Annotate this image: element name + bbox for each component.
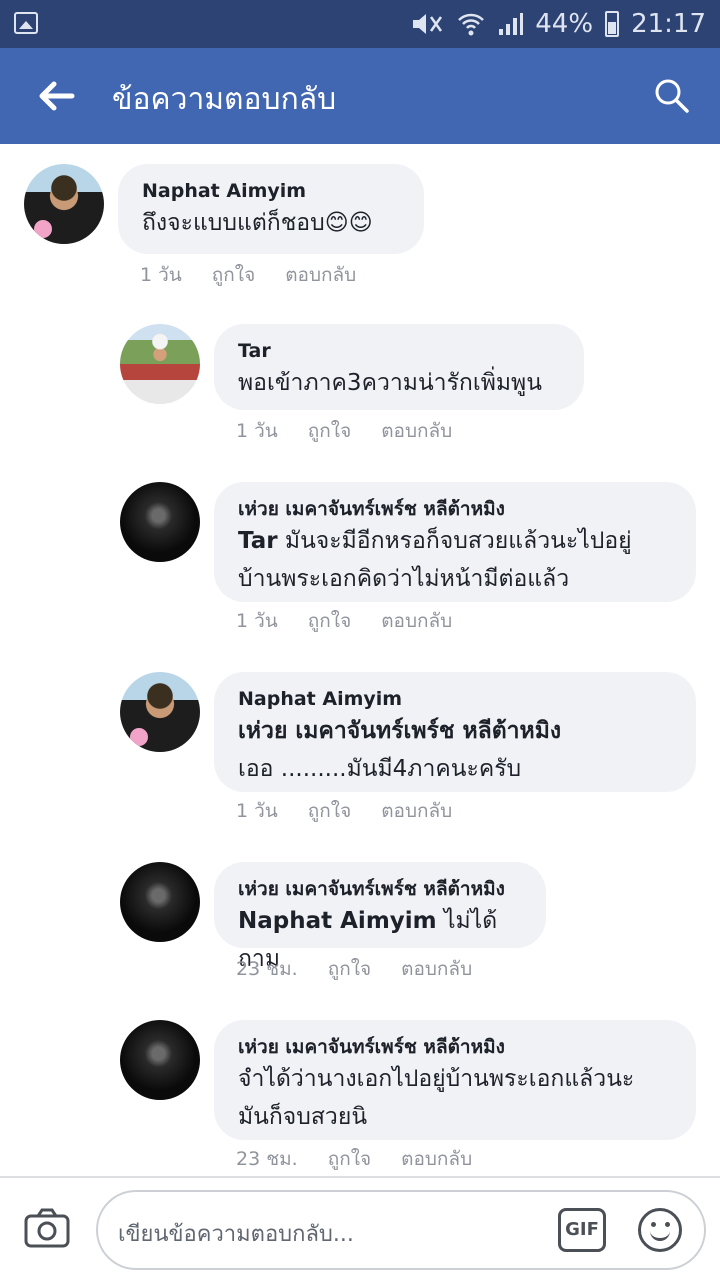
comment-text-line: เออ .........มันมี4ภาคนะครับ <box>238 756 522 782</box>
clock: 21:17 <box>631 9 706 39</box>
comment-author[interactable]: Naphat Aimyim <box>142 178 402 204</box>
comment-text-line: มันก็จบสวยนิ <box>238 1104 368 1130</box>
comment-meta: 23 ชม. ถูกใจ ตอบกลับ <box>236 1144 472 1174</box>
comment-time: 23 ชม. <box>236 958 298 980</box>
comment-text: จำได้ว่านางเอกไปอยู่บ้านพระเอกแล้วนะ มัน… <box>238 1060 674 1136</box>
comment-time: 1 วัน <box>236 610 278 632</box>
comment-bubble[interactable]: Naphat Aimyim ถึงจะแบบแต่ก็ชอบ😊😊 <box>118 164 424 254</box>
emoji-icon[interactable] <box>638 1208 682 1252</box>
reply-link[interactable]: ตอบกลับ <box>381 606 452 636</box>
comment-text-line: จำได้ว่านางเอกไปอยู่บ้านพระเอกแล้วนะ <box>238 1066 635 1092</box>
comment-bubble[interactable]: เห่วย เมคาจันทร์เพร์ช หลีต้าหมิง จำได้ว่… <box>214 1020 696 1140</box>
like-link[interactable]: ถูกใจ <box>308 796 351 826</box>
app-header: ข้อความตอบกลับ <box>0 48 720 144</box>
comment-thread[interactable]: Naphat Aimyim ถึงจะแบบแต่ก็ชอบ😊😊 1 วัน ถ… <box>0 144 720 1176</box>
camera-icon[interactable] <box>24 1208 70 1248</box>
comment-bubble[interactable]: Tar พอเข้าภาค3ความน่ารักเพิ่มพูน <box>214 324 584 410</box>
comment-meta: 1 วัน ถูกใจ ตอบกลับ <box>236 606 452 636</box>
comment-author[interactable]: เห่วย เมคาจันทร์เพร์ช หลีต้าหมิง <box>238 1034 674 1060</box>
back-arrow-icon[interactable] <box>34 74 78 118</box>
mention-link[interactable]: Naphat Aimyim <box>238 908 437 934</box>
comment-author[interactable]: เห่วย เมคาจันทร์เพร์ช หลีต้าหมิง <box>238 496 674 522</box>
comment-text: พอเข้าภาค3ความน่ารักเพิ่มพูน <box>238 370 542 396</box>
reply-input[interactable]: เขียนข้อความตอบกลับ... GIF <box>96 1190 706 1270</box>
comment-time: 1 วัน <box>236 420 278 442</box>
comment-text: เห่วย เมคาจันทร์เพร์ช หลีต้าหมิง เออ ...… <box>238 712 674 788</box>
comment-bubble[interactable]: Naphat Aimyim เห่วย เมคาจันทร์เพร์ช หลีต… <box>214 672 696 792</box>
battery-icon <box>605 11 620 37</box>
like-link[interactable]: ถูกใจ <box>308 606 351 636</box>
like-link[interactable]: ถูกใจ <box>308 416 351 446</box>
status-icons: 44% 21:17 <box>409 8 706 40</box>
mute-icon <box>413 14 443 34</box>
gif-button[interactable]: GIF <box>558 1208 606 1252</box>
like-link[interactable]: ถูกใจ <box>212 260 255 290</box>
reply-link[interactable]: ตอบกลับ <box>401 1144 472 1174</box>
status-bar: 44% 21:17 <box>0 0 720 48</box>
comment-meta: 1 วัน ถูกใจ ตอบกลับ <box>236 796 452 826</box>
reply-link[interactable]: ตอบกลับ <box>381 416 452 446</box>
avatar[interactable] <box>120 862 200 942</box>
like-link[interactable]: ถูกใจ <box>328 1144 371 1174</box>
comment-bubble[interactable]: เห่วย เมคาจันทร์เพร์ช หลีต้าหมิง Tar มัน… <box>214 482 696 602</box>
page-title: ข้อความตอบกลับ <box>112 82 337 117</box>
reply-link[interactable]: ตอบกลับ <box>285 260 356 290</box>
comment-meta: 23 ชม. ถูกใจ ตอบกลับ <box>236 954 472 984</box>
reply-input-placeholder: เขียนข้อความตอบกลับ... <box>118 1222 354 1247</box>
avatar[interactable] <box>120 672 200 752</box>
comment-meta: 1 วัน ถูกใจ ตอบกลับ <box>140 260 356 290</box>
comment-time: 1 วัน <box>236 800 278 822</box>
comment-author[interactable]: เห่วย เมคาจันทร์เพร์ช หลีต้าหมิง <box>238 876 524 902</box>
battery-percent: 44% <box>535 9 594 39</box>
avatar[interactable] <box>120 324 200 404</box>
comment-text: Tar มันจะมีอีกหรอก็จบสวยแล้วนะไปอยู่ บ้า… <box>238 522 674 598</box>
comment-meta: 1 วัน ถูกใจ ตอบกลับ <box>236 416 452 446</box>
wifi-icon <box>458 13 485 36</box>
mention-link[interactable]: Tar <box>238 528 278 554</box>
reply-link[interactable]: ตอบกลับ <box>381 796 452 826</box>
comment-time: 1 วัน <box>140 264 182 286</box>
reply-link[interactable]: ตอบกลับ <box>401 954 472 984</box>
comment-author[interactable]: Naphat Aimyim <box>238 686 674 712</box>
comment-time: 23 ชม. <box>236 1148 298 1170</box>
signal-icon <box>499 13 524 35</box>
mention-link[interactable]: เห่วย เมคาจันทร์เพร์ช หลีต้าหมิง <box>238 718 561 744</box>
avatar[interactable] <box>120 482 200 562</box>
comment-text: ถึงจะแบบแต่ก็ชอบ😊😊 <box>142 210 373 236</box>
search-icon[interactable] <box>652 76 692 116</box>
comment-text-line: มันจะมีอีกหรอก็จบสวยแล้วนะไปอยู่ <box>284 528 632 554</box>
comment-text-line: บ้านพระเอกคิดว่าไม่หน้ามีต่อแล้ว <box>238 566 570 592</box>
comment-bubble[interactable]: เห่วย เมคาจันทร์เพร์ช หลีต้าหมิง Naphat … <box>214 862 546 972</box>
like-link[interactable]: ถูกใจ <box>328 954 371 984</box>
gallery-notification-icon <box>14 12 38 34</box>
avatar[interactable] <box>24 164 104 244</box>
comment-author[interactable]: Tar <box>238 338 562 364</box>
reply-composer: เขียนข้อความตอบกลับ... GIF <box>0 1176 720 1280</box>
avatar[interactable] <box>120 1020 200 1100</box>
